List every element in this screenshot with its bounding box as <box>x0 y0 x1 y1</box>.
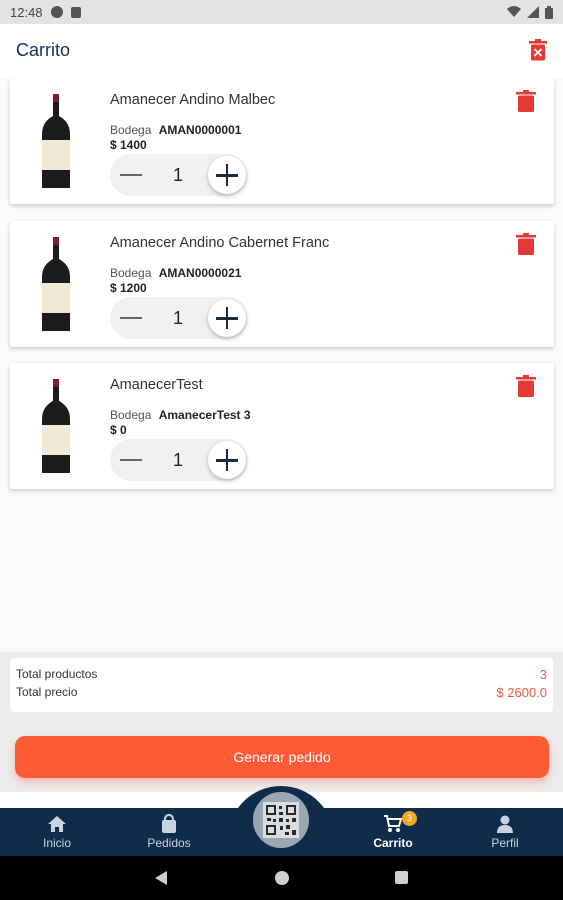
system-nav-bar <box>0 856 563 900</box>
nav-item-inicio[interactable]: Inicio <box>12 808 102 856</box>
increase-button[interactable] <box>208 441 246 479</box>
nav-label: Pedidos <box>147 836 191 850</box>
nav-item-perfil[interactable]: Perfil <box>460 808 550 856</box>
sd-card-icon <box>70 6 81 18</box>
bag-icon <box>162 814 176 833</box>
quantity-stepper: 1 <box>110 297 248 339</box>
bodega-info: Bodega AmanecerTest 3 <box>110 408 251 422</box>
bodega-value: AmanecerTest 3 <box>158 408 251 422</box>
total-price-value: $ 2600.0 <box>496 685 547 700</box>
quantity-stepper: 1 <box>110 439 248 481</box>
delete-item-icon[interactable] <box>516 375 536 397</box>
app-bar: Carrito <box>0 24 563 76</box>
decrease-button[interactable] <box>120 174 142 176</box>
delete-item-icon[interactable] <box>516 233 536 255</box>
wine-bottle-image <box>42 237 70 331</box>
quantity-value: 1 <box>172 308 183 328</box>
cart-item-card: Amanecer Andino Cabernet Franc Bodega AM… <box>10 221 554 347</box>
bodega-value: AMAN0000001 <box>158 123 242 137</box>
decrease-button[interactable] <box>120 317 142 319</box>
bodega-info: Bodega AMAN0000001 <box>110 123 241 137</box>
bodega-value: AMAN0000021 <box>158 266 242 280</box>
product-name: Amanecer Andino Malbec <box>110 92 276 108</box>
wifi-icon <box>507 6 521 18</box>
qr-scan-button[interactable] <box>249 788 313 852</box>
cart-count-badge: 3 <box>402 811 417 826</box>
nav-label: Inicio <box>42 836 71 850</box>
bodega-label: Bodega <box>110 266 152 280</box>
product-name: Amanecer Andino Cabernet Franc <box>110 235 330 251</box>
quantity-value: 1 <box>172 450 183 470</box>
person-icon <box>497 815 513 833</box>
product-price: $ 0 <box>110 423 127 437</box>
cart-item-card: AmanecerTest Bodega AmanecerTest 3 $ 0 1 <box>10 363 554 489</box>
order-summary: Total productos 3 Total precio $ 2600.0 <box>10 658 553 712</box>
nav-item-pedidos[interactable]: Pedidos <box>124 808 214 856</box>
qr-code-icon <box>263 802 299 838</box>
nav-label: Carrito <box>373 836 413 850</box>
system-home-icon[interactable] <box>275 871 289 885</box>
status-bar: 12:48 <box>0 0 563 24</box>
delete-item-icon[interactable] <box>516 90 536 112</box>
home-icon <box>48 816 66 832</box>
summary-area: Total productos 3 Total precio $ 2600.0 … <box>0 652 563 792</box>
system-recents-icon[interactable] <box>395 871 408 884</box>
product-name: AmanecerTest <box>110 377 203 393</box>
decrease-button[interactable] <box>120 459 142 461</box>
bodega-info: Bodega AMAN0000021 <box>110 266 241 280</box>
signal-icon <box>527 6 539 18</box>
status-time: 12:48 <box>10 4 43 20</box>
nav-label: Perfil <box>491 836 519 850</box>
product-price: $ 1200 <box>110 281 147 295</box>
total-price-row: Total precio $ 2600.0 <box>16 685 547 700</box>
cart-list: Amanecer Andino Malbec Bodega AMAN000000… <box>0 78 563 652</box>
total-price-label: Total precio <box>16 685 78 699</box>
quantity-stepper: 1 <box>110 154 248 196</box>
increase-button[interactable] <box>208 299 246 337</box>
bodega-label: Bodega <box>110 408 152 422</box>
total-products-label: Total productos <box>16 667 98 681</box>
total-products-value: 3 <box>539 667 547 682</box>
increase-button[interactable] <box>208 156 246 194</box>
clear-cart-icon[interactable] <box>529 39 547 61</box>
generate-order-button[interactable]: Generar pedido <box>15 736 549 778</box>
nav-item-carrito[interactable]: Carrito <box>348 808 438 856</box>
product-price: $ 1400 <box>110 138 147 152</box>
cart-item-card: Amanecer Andino Malbec Bodega AMAN000000… <box>10 78 554 204</box>
battery-icon <box>545 5 553 19</box>
total-products-row: Total productos 3 <box>16 667 547 682</box>
notification-icon <box>50 6 63 18</box>
cart-icon <box>384 815 403 832</box>
bodega-label: Bodega <box>110 123 152 137</box>
wine-bottle-image <box>42 94 70 188</box>
quantity-value: 1 <box>172 165 183 185</box>
wine-bottle-image <box>42 379 70 473</box>
screen: 12:48 Carrito Amanecer Andino Malbec Bod… <box>0 0 563 900</box>
page-title: Carrito <box>16 39 71 60</box>
system-back-icon[interactable] <box>155 871 167 885</box>
